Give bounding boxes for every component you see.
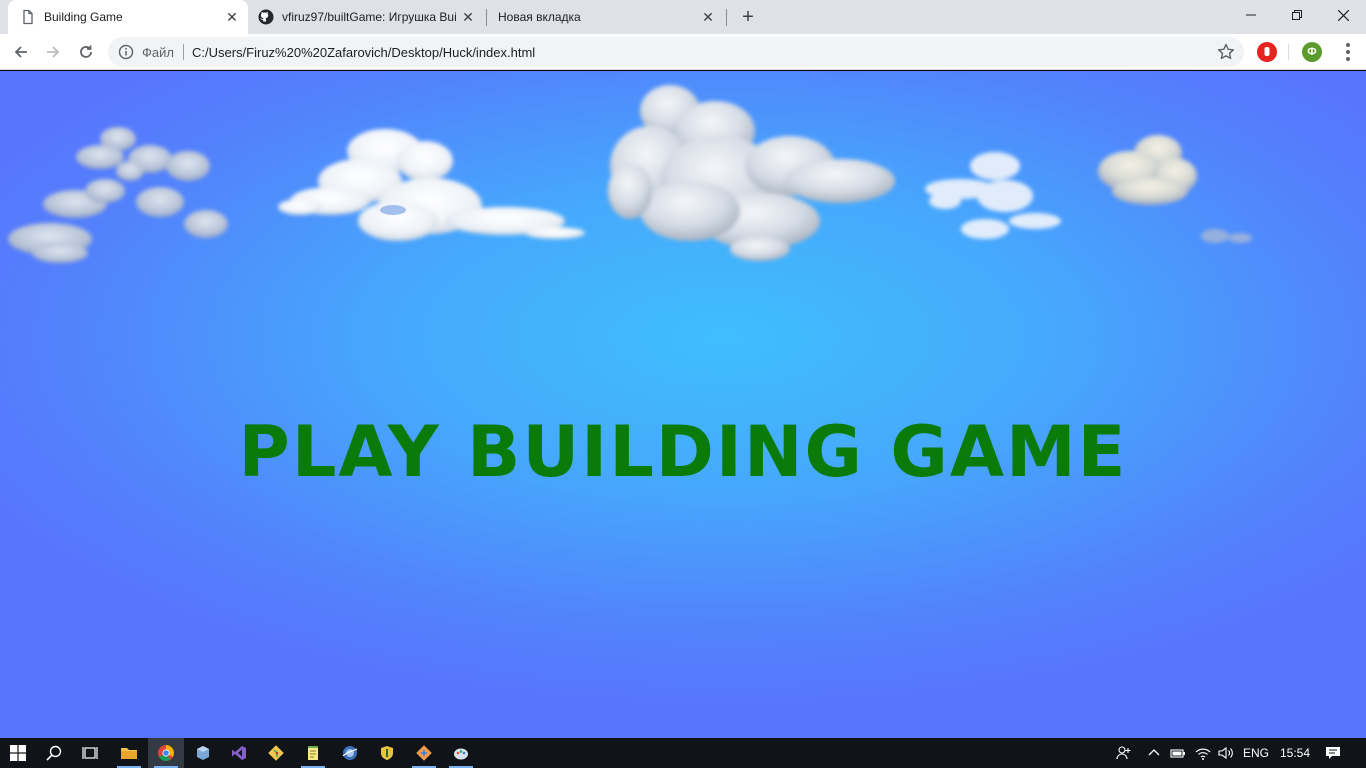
minimize-button[interactable] xyxy=(1228,0,1274,30)
chrome-icon xyxy=(158,745,174,761)
close-icon xyxy=(1337,9,1349,21)
minimize-icon xyxy=(1246,14,1256,16)
reload-button[interactable] xyxy=(74,40,98,64)
page-document-icon xyxy=(23,9,33,25)
taskbar-file-explorer[interactable] xyxy=(111,738,147,768)
action-center-icon[interactable] xyxy=(1325,745,1341,761)
battery-icon[interactable] xyxy=(1170,745,1186,761)
tab-strip: Building Game ✕ vfiruz97/builtGame: Игру… xyxy=(0,0,1366,34)
tab-new-tab[interactable]: Новая вкладка ✕ xyxy=(488,0,724,34)
tab-close-icon[interactable]: ✕ xyxy=(224,9,240,25)
profile-avatar[interactable]: Ф xyxy=(1302,42,1322,62)
people-icon[interactable] xyxy=(1116,745,1132,761)
back-button[interactable] xyxy=(9,40,33,64)
folder-icon xyxy=(121,748,137,759)
taskbar-notepad[interactable] xyxy=(295,738,331,768)
chevron-up-icon[interactable] xyxy=(1146,745,1162,761)
new-tab-button[interactable]: + xyxy=(737,6,759,28)
tab-title: Новая вкладка xyxy=(498,10,581,24)
browser-toolbar: Файл C:/Users/Firuz%20%20Zafarovich/Desk… xyxy=(0,34,1366,70)
taskbar-paint[interactable] xyxy=(443,738,479,768)
cloud-wispy xyxy=(925,152,1061,239)
play-game-title[interactable]: PLAY BUILDING GAME xyxy=(0,411,1366,493)
tab-building-game[interactable]: Building Game ✕ xyxy=(8,0,248,34)
github-icon xyxy=(258,9,274,25)
notepad-icon xyxy=(308,746,318,760)
taskbar-visual-studio[interactable] xyxy=(221,738,257,768)
cube-app-icon xyxy=(197,746,209,760)
tab-separator xyxy=(726,9,727,26)
arrow-right-icon xyxy=(47,46,60,58)
tab-close-icon[interactable]: ✕ xyxy=(700,9,716,25)
browser-globe-icon xyxy=(342,746,358,760)
toolbar-divider xyxy=(1288,44,1289,60)
taskbar-git[interactable] xyxy=(258,738,294,768)
restore-button[interactable] xyxy=(1274,0,1320,30)
browser-menu-button[interactable] xyxy=(1336,40,1360,64)
start-button[interactable] xyxy=(0,738,36,768)
omnibox-divider xyxy=(183,44,184,60)
search-button[interactable] xyxy=(36,738,72,768)
shield-app-icon xyxy=(381,746,393,760)
cloud-tiny-wisp xyxy=(1201,229,1252,243)
paint-icon xyxy=(454,748,468,760)
windows-logo-icon xyxy=(10,745,26,761)
reload-icon xyxy=(80,45,92,58)
tab-github[interactable]: vfiruz97/builtGame: Игрушка Bui ✕ xyxy=(250,0,484,34)
volume-icon[interactable] xyxy=(1218,745,1234,761)
taskbar-cube-app[interactable] xyxy=(185,738,221,768)
address-bar[interactable]: Файл C:/Users/Firuz%20%20Zafarovich/Desk… xyxy=(108,37,1244,67)
task-view-button[interactable] xyxy=(72,738,108,768)
wifi-icon[interactable] xyxy=(1195,745,1211,761)
restore-icon xyxy=(1292,10,1302,20)
tab-close-icon[interactable]: ✕ xyxy=(460,9,476,25)
cloud-large-grey xyxy=(608,85,895,261)
game-page: PLAY BUILDING GAME xyxy=(0,71,1366,738)
task-view-icon xyxy=(82,747,98,759)
forward-button[interactable] xyxy=(41,40,65,64)
taskbar-chrome[interactable] xyxy=(148,738,184,768)
tab-title: Building Game xyxy=(44,10,123,24)
clock[interactable]: 15:54 xyxy=(1280,746,1310,760)
scheme-label: Файл xyxy=(142,45,174,60)
windows-taskbar: ENG 15:54 xyxy=(0,738,1366,768)
search-icon xyxy=(46,745,62,761)
visual-studio-icon xyxy=(232,746,246,760)
tab-title: vfiruz97/builtGame: Игрушка Bui xyxy=(282,10,457,24)
cloud-gap xyxy=(380,205,406,215)
hand-stop-icon xyxy=(1264,47,1270,56)
taskbar-sourcetree[interactable] xyxy=(406,738,442,768)
adblock-extension-icon[interactable] xyxy=(1257,42,1277,62)
info-icon[interactable] xyxy=(118,44,134,60)
cloud-layer xyxy=(8,85,1252,263)
tab-separator xyxy=(486,9,487,26)
close-window-button[interactable] xyxy=(1320,0,1366,30)
sourcetree-icon xyxy=(416,745,432,761)
cloud-white-cumulus xyxy=(278,129,585,241)
arrow-left-icon xyxy=(14,46,27,58)
taskbar-shield-app[interactable] xyxy=(369,738,405,768)
cloud-scattered-left xyxy=(8,127,228,263)
git-icon xyxy=(268,745,284,761)
url-text[interactable]: C:/Users/Firuz%20%20Zafarovich/Desktop/H… xyxy=(192,45,535,60)
taskbar-browser-globe[interactable] xyxy=(332,738,368,768)
cloud-small-grey xyxy=(1098,135,1197,205)
bookmark-star-icon[interactable] xyxy=(1216,42,1236,62)
input-language[interactable]: ENG xyxy=(1243,746,1269,760)
